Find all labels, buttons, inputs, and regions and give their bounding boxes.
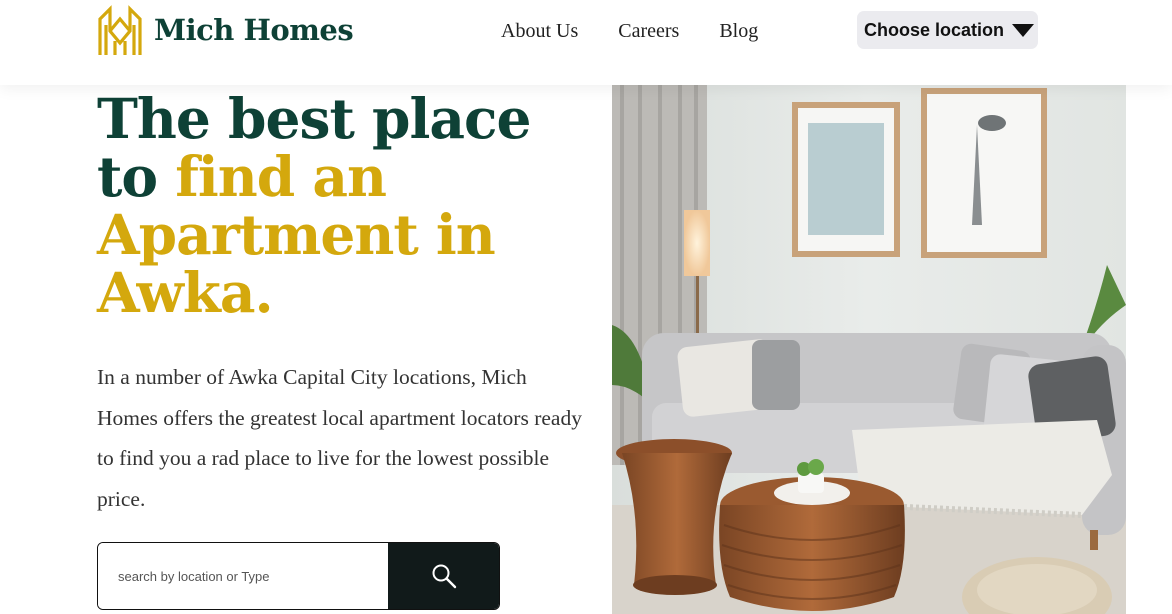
nav-careers[interactable]: Careers xyxy=(618,19,679,43)
mich-homes-logo-icon xyxy=(98,5,142,55)
hero-title-highlight2: Apartment in xyxy=(97,202,496,267)
caret-down-icon xyxy=(1012,23,1035,37)
search-button[interactable] xyxy=(388,543,499,609)
hero-title-line1: The best place xyxy=(97,86,531,151)
hero-title-highlight1: find an xyxy=(175,144,387,209)
living-room-illustration xyxy=(612,85,1126,614)
choose-location-label: Choose location xyxy=(864,19,1005,40)
main-nav: About Us Careers Blog xyxy=(501,19,798,43)
search-icon xyxy=(432,564,456,589)
brand-logo[interactable]: Mich Homes xyxy=(96,3,354,57)
hero-title-highlight3: Awka. xyxy=(97,260,274,325)
search-input[interactable] xyxy=(98,543,388,609)
nav-about-us[interactable]: About Us xyxy=(501,19,578,43)
hero-description: In a number of Awka Capital City locatio… xyxy=(97,365,582,511)
choose-location-button[interactable]: Choose location xyxy=(857,11,1038,49)
site-header: Mich Homes About Us Careers Blog Choose … xyxy=(0,0,1172,85)
brand-name: Mich Homes xyxy=(154,13,354,47)
hero-living-room-image xyxy=(612,85,1126,614)
hero-title-to: to xyxy=(97,144,176,209)
hero-title: The best place to find an Apartment in A… xyxy=(97,90,617,322)
search-bar xyxy=(97,542,500,610)
nav-blog[interactable]: Blog xyxy=(719,19,758,43)
